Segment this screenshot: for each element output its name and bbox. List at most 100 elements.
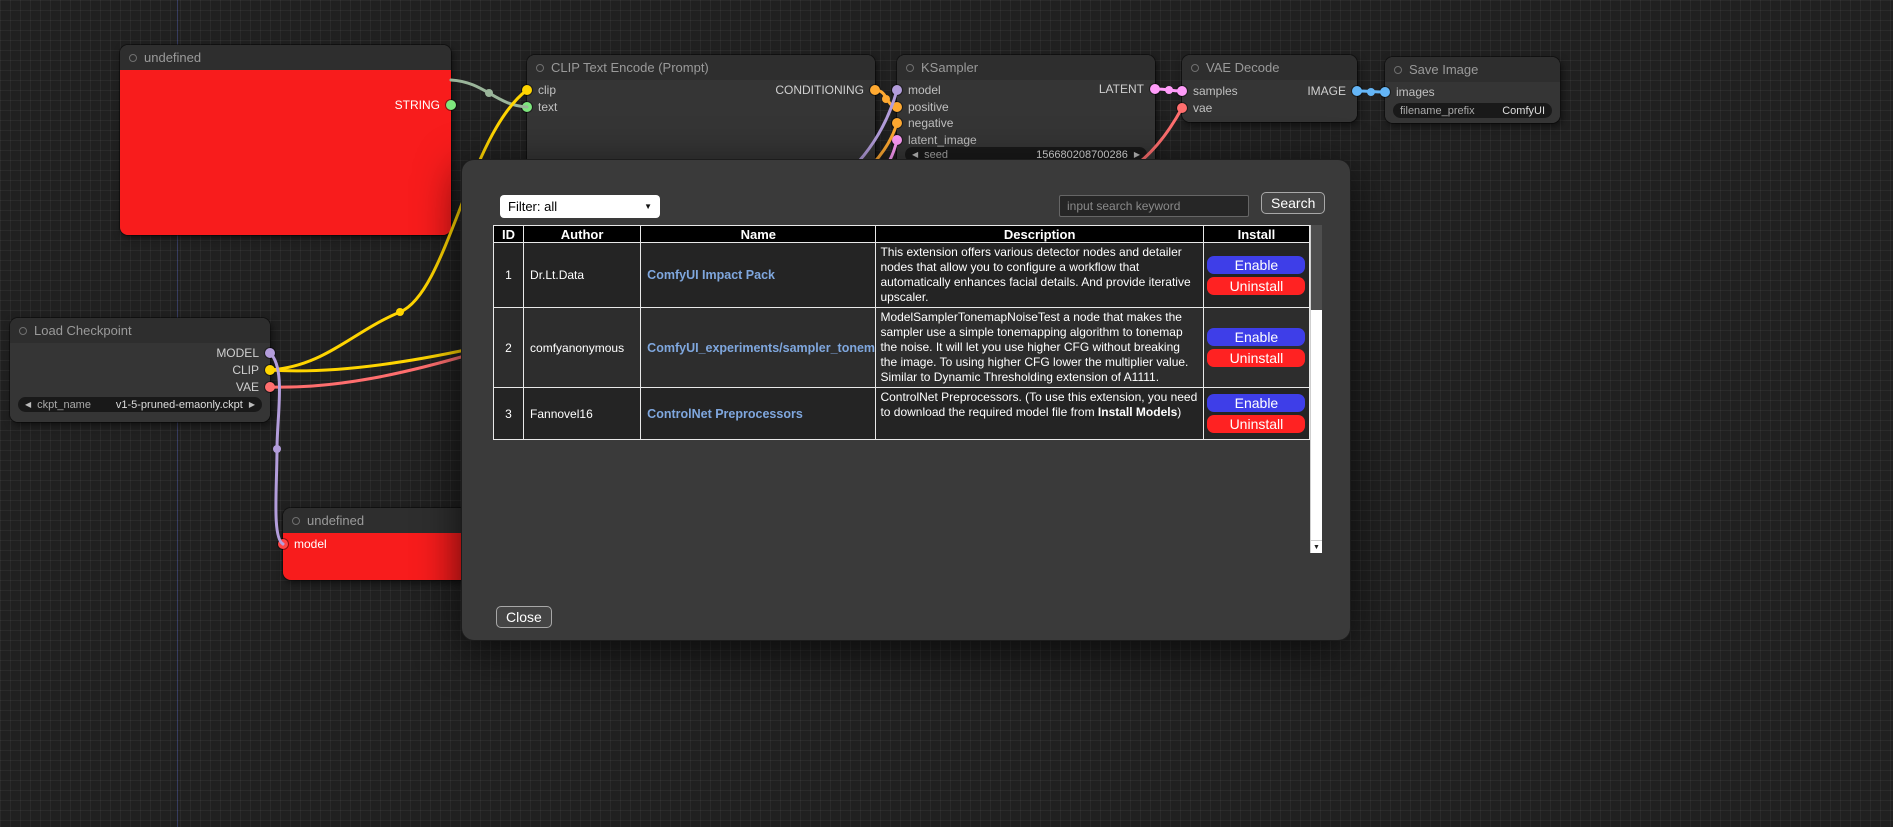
install-cell: Enable Uninstall xyxy=(1203,308,1309,388)
node-collapse-dot[interactable] xyxy=(19,327,27,335)
filter-dropdown[interactable]: Filter: all ▼ xyxy=(500,195,660,218)
filename-prefix-widget[interactable]: filename_prefix ComfyUI xyxy=(1393,103,1552,118)
enable-button[interactable]: Enable xyxy=(1207,256,1305,274)
node-vae-decode[interactable]: VAE Decode samples vae IMAGE xyxy=(1182,55,1357,122)
node-title-bar[interactable]: Save Image xyxy=(1385,57,1560,82)
extension-id: 1 xyxy=(494,243,524,308)
node-title-bar[interactable]: VAE Decode xyxy=(1182,55,1357,80)
node-save-image[interactable]: Save Image images filename_prefix ComfyU… xyxy=(1385,57,1560,123)
ckpt-prev-icon[interactable]: ◀ xyxy=(25,401,31,409)
node-title-bar[interactable]: CLIP Text Encode (Prompt) xyxy=(527,55,875,80)
node-collapse-dot[interactable] xyxy=(1394,66,1402,74)
enable-button[interactable]: Enable xyxy=(1207,328,1305,346)
input-port-text[interactable]: text xyxy=(522,99,557,115)
node-body: model xyxy=(283,533,483,580)
node-body: images filename_prefix ComfyUI xyxy=(1385,82,1560,123)
output-port-conditioning[interactable]: CONDITIONING xyxy=(775,82,880,98)
close-button[interactable]: Close xyxy=(496,606,552,628)
output-port-latent[interactable]: LATENT xyxy=(1099,81,1160,97)
node-undefined-bottom[interactable]: undefined model xyxy=(283,508,483,580)
extension-name-cell: ComfyUI Impact Pack xyxy=(641,243,876,308)
output-port-image[interactable]: IMAGE xyxy=(1307,83,1362,99)
header-author: Author xyxy=(524,226,641,243)
node-load-checkpoint[interactable]: Load Checkpoint MODEL CLIP VAE ◀ ckpt_na… xyxy=(10,318,270,422)
model-port-dot xyxy=(278,539,288,549)
node-collapse-dot[interactable] xyxy=(536,64,544,72)
install-cell: Enable Uninstall xyxy=(1203,243,1309,308)
node-ksampler[interactable]: KSampler model positive negative latent_… xyxy=(897,55,1155,175)
node-title-bar[interactable]: undefined xyxy=(283,508,483,533)
seed-increment-icon[interactable]: ▶ xyxy=(1134,151,1140,159)
extension-row: 2comfyanonymous ComfyUI_experiments/sampl… xyxy=(494,308,1310,388)
extension-table: ID Author Name Description Install 1Dr.L… xyxy=(493,225,1310,440)
string-port-dot xyxy=(446,100,456,110)
manager-dialog: Filter: all ▼ Search ID Author Name Desc… xyxy=(462,160,1350,640)
ckpt-next-icon[interactable]: ▶ xyxy=(249,401,255,409)
input-port-model[interactable]: model xyxy=(892,82,941,98)
node-title-text: CLIP Text Encode (Prompt) xyxy=(551,60,709,75)
node-body: STRING xyxy=(120,70,451,235)
chevron-down-icon: ▼ xyxy=(644,202,652,211)
node-collapse-dot[interactable] xyxy=(129,54,137,62)
vae-port-dot xyxy=(1177,103,1187,113)
header-install: Install xyxy=(1203,226,1309,243)
clip-port-dot xyxy=(522,85,532,95)
node-title-text: Save Image xyxy=(1409,62,1478,77)
node-title-text: VAE Decode xyxy=(1206,60,1279,75)
header-description: Description xyxy=(876,226,1203,243)
extension-link[interactable]: ControlNet Preprocessors xyxy=(647,407,803,421)
ckpt-name-widget[interactable]: ◀ ckpt_name v1-5-pruned-emaonly.ckpt ▶ xyxy=(18,397,262,412)
model-port-dot xyxy=(892,85,902,95)
search-button[interactable]: Search xyxy=(1261,192,1325,214)
extension-id: 2 xyxy=(494,308,524,388)
node-title-text: undefined xyxy=(144,50,201,65)
node-title-bar[interactable]: Load Checkpoint xyxy=(10,318,270,343)
input-port-model[interactable]: model xyxy=(278,536,327,552)
node-body: MODEL CLIP VAE ◀ ckpt_name v1-5-pruned-e… xyxy=(10,343,270,422)
extension-description: ModelSamplerTonemapNoiseTest a node that… xyxy=(876,308,1203,388)
extension-description: ControlNet Preprocessors. (To use this e… xyxy=(876,388,1203,440)
scrollbar-thumb[interactable] xyxy=(1311,225,1322,310)
node-collapse-dot[interactable] xyxy=(1191,64,1199,72)
input-port-negative[interactable]: negative xyxy=(892,115,953,131)
node-undefined-top[interactable]: undefined STRING xyxy=(120,45,451,235)
input-port-samples[interactable]: samples xyxy=(1177,83,1238,99)
input-port-images[interactable]: images xyxy=(1380,84,1435,100)
node-body: samples vae IMAGE xyxy=(1182,80,1357,122)
extension-link[interactable]: ComfyUI_experiments/sampler_tonemap xyxy=(647,341,876,355)
seed-decrement-icon[interactable]: ◀ xyxy=(912,151,918,159)
extension-name-cell: ComfyUI_experiments/sampler_tonemap xyxy=(641,308,876,388)
output-port-vae[interactable]: VAE xyxy=(236,379,275,395)
uninstall-button[interactable]: Uninstall xyxy=(1207,349,1305,367)
clip-out-port-dot xyxy=(265,365,275,375)
input-port-positive[interactable]: positive xyxy=(892,99,949,115)
input-port-vae[interactable]: vae xyxy=(1177,100,1212,116)
uninstall-button[interactable]: Uninstall xyxy=(1207,415,1305,433)
output-port-model[interactable]: MODEL xyxy=(216,345,275,361)
model-out-port-dot xyxy=(265,348,275,358)
node-title-bar[interactable]: KSampler xyxy=(897,55,1155,80)
extension-table-container: ID Author Name Description Install 1Dr.L… xyxy=(493,225,1322,553)
negative-port-dot xyxy=(892,118,902,128)
output-port-string[interactable]: STRING xyxy=(395,97,456,113)
extension-row: 3Fannovel16ControlNet PreprocessorsContr… xyxy=(494,388,1310,440)
scroll-down-button[interactable]: ▼ xyxy=(1311,540,1322,553)
extension-author: comfyanonymous xyxy=(524,308,641,388)
extension-name-cell: ControlNet Preprocessors xyxy=(641,388,876,440)
uninstall-button[interactable]: Uninstall xyxy=(1207,277,1305,295)
conditioning-port-dot xyxy=(870,85,880,95)
table-scrollbar[interactable]: ▼ xyxy=(1310,225,1322,553)
search-input[interactable] xyxy=(1059,195,1249,217)
node-title-text: KSampler xyxy=(921,60,978,75)
extension-author: Fannovel16 xyxy=(524,388,641,440)
latent-port-dot xyxy=(892,135,902,145)
input-port-latent-image[interactable]: latent_image xyxy=(892,132,977,148)
extension-link[interactable]: ComfyUI Impact Pack xyxy=(647,268,775,282)
node-title-bar[interactable]: undefined xyxy=(120,45,451,70)
input-port-clip[interactable]: clip xyxy=(522,82,556,98)
node-collapse-dot[interactable] xyxy=(292,517,300,525)
enable-button[interactable]: Enable xyxy=(1207,394,1305,412)
node-collapse-dot[interactable] xyxy=(906,64,914,72)
output-port-clip[interactable]: CLIP xyxy=(232,362,275,378)
scroll-down-icon: ▼ xyxy=(1313,544,1320,551)
